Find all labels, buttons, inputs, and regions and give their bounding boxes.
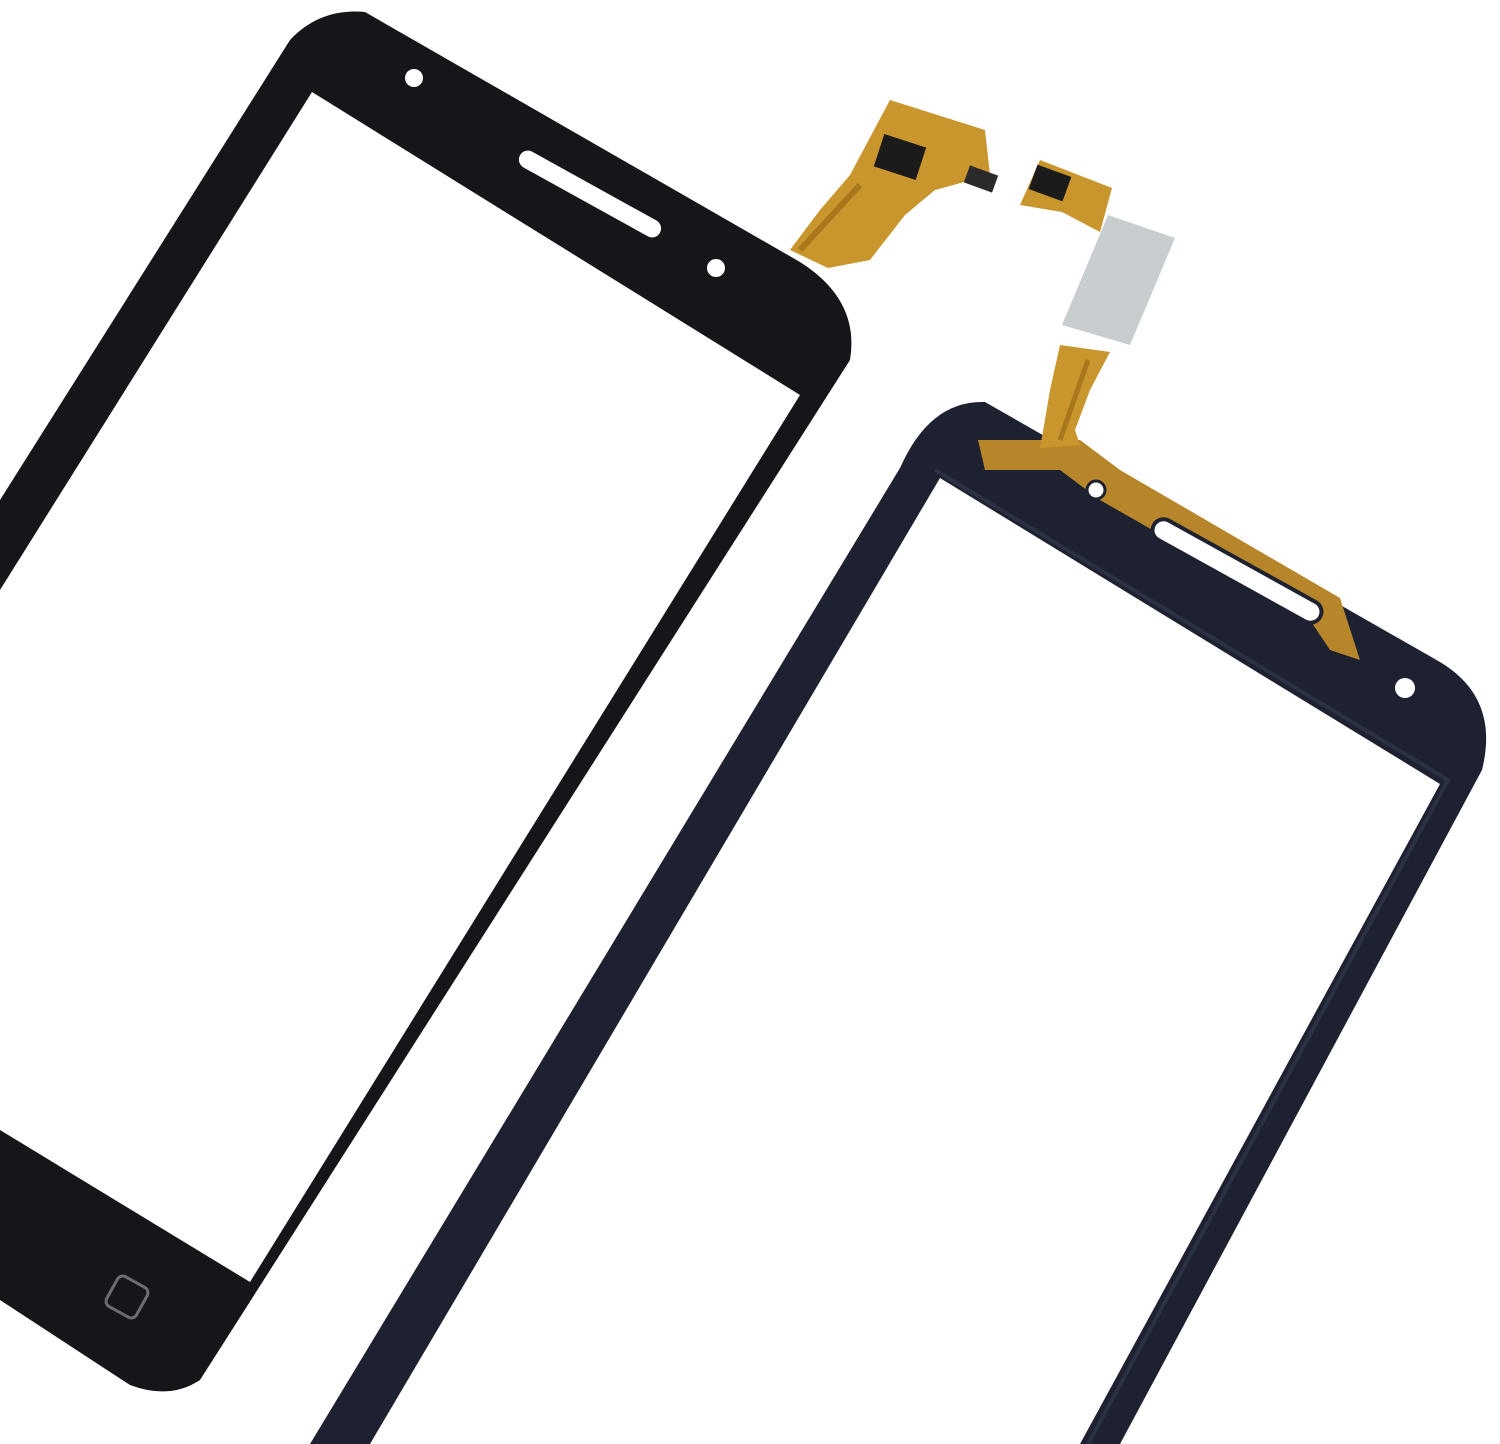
flex-cable (790, 100, 1175, 448)
flex-cable-mid (1020, 160, 1112, 232)
dot-icon (707, 259, 725, 277)
flex-connector (963, 165, 999, 193)
dot-icon (1395, 678, 1415, 698)
flex-stiffener (1062, 215, 1175, 345)
flex-cable-upper (790, 100, 990, 268)
dot-icon (1085, 479, 1107, 501)
dot-icon (405, 69, 423, 87)
digitizer-illustration (0, 11, 1487, 1444)
product-photo (0, 0, 1500, 1444)
